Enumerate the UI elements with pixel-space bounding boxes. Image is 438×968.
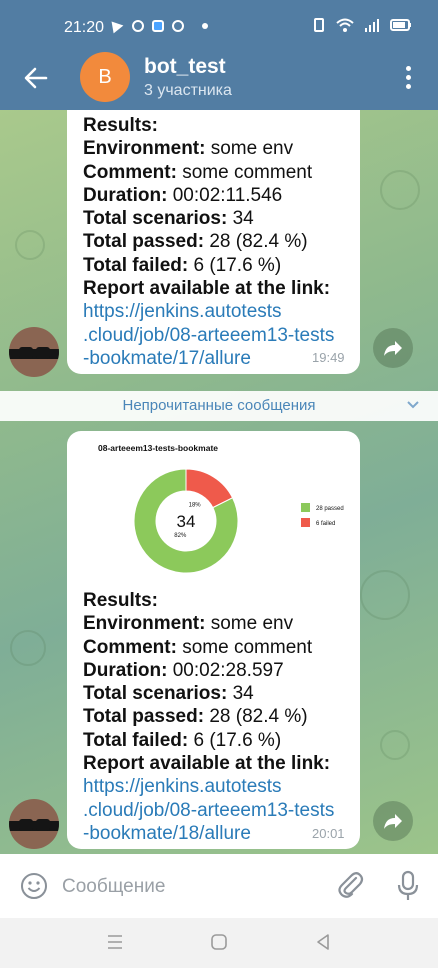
message-line: Duration: 00:02:11.546: [83, 184, 283, 206]
message-time: 19:49: [312, 350, 345, 365]
message-line: Total failed: 6 (17.6 %): [83, 254, 282, 276]
chevron-down-icon[interactable]: [406, 397, 420, 411]
message-line: Environment: some env: [83, 138, 294, 160]
message-line: Results:: [83, 115, 158, 136]
chart-legend-label: 28 passed: [316, 506, 344, 512]
wifi-icon: [336, 18, 354, 32]
chat-avatar-letter: B: [98, 65, 112, 88]
message-line: Total passed: 28 (82.4 %): [83, 706, 308, 728]
report-link-line[interactable]: .cloud/job/08-arteeem13-tests: [83, 799, 334, 822]
wallpaper-doodle: [380, 170, 420, 210]
more-notifications-icon: [202, 23, 208, 29]
status-time: 21:20: [64, 19, 105, 36]
report-link-line[interactable]: https://jenkins.autotests: [83, 775, 334, 798]
whatsapp-icon: [132, 20, 144, 32]
message-line: Total scenarios: 34: [83, 208, 254, 230]
nav-back-icon[interactable]: [313, 932, 333, 952]
message-line: Duration: 00:02:28.597: [83, 659, 284, 681]
wallpaper-doodle: [360, 570, 410, 620]
notification-icons: [111, 19, 208, 33]
report-link-line[interactable]: -bookmate/17/allure: [83, 347, 334, 370]
vibrate-icon: [314, 18, 324, 32]
unread-divider: Непрочитанные сообщения: [0, 391, 438, 421]
message-line: Comment: some comment: [83, 636, 313, 658]
report-chart-image[interactable]: 08-arteeem13-tests-bookmate 18% 82% 34 28…: [73, 439, 347, 579]
status-bar: 21:20: [0, 0, 438, 46]
chart-legend-swatch: [301, 503, 310, 512]
back-arrow-icon[interactable]: [22, 64, 50, 92]
message-time: 20:01: [312, 826, 345, 841]
chart-legend-label: 6 failed: [316, 521, 335, 527]
telegram-icon: [111, 19, 125, 33]
chat-avatar[interactable]: B: [80, 52, 130, 102]
sender-avatar[interactable]: [9, 327, 59, 377]
report-link-line[interactable]: https://jenkins.autotests: [83, 300, 334, 323]
wallpaper-doodle: [380, 730, 410, 760]
message-line: Report available at the link:: [83, 278, 331, 300]
share-icon[interactable]: [373, 328, 413, 368]
donut-chart: 08-arteeem13-tests-bookmate 18% 82% 34 28…: [98, 443, 344, 574]
message-line: Total failed: 6 (17.6 %): [83, 729, 282, 751]
report-link-line[interactable]: .cloud/job/08-arteeem13-tests: [83, 324, 334, 347]
message-line: Comment: some comment: [83, 161, 313, 183]
report-link[interactable]: https://jenkins.autotests .cloud/job/08-…: [83, 775, 334, 845]
chart-legend-swatch: [301, 518, 310, 527]
wallpaper-doodle: [15, 230, 45, 260]
chart-title: 08-arteeem13-tests-bookmate: [98, 443, 218, 453]
wallpaper-doodle: [10, 630, 46, 666]
message-input[interactable]: Сообщение: [62, 876, 165, 898]
battery-icon: [390, 19, 411, 31]
recent-apps-icon[interactable]: [105, 932, 125, 952]
message-line: Total scenarios: 34: [83, 683, 254, 705]
chart-slice-label: 18%: [189, 503, 202, 509]
report-link[interactable]: https://jenkins.autotests .cloud/job/08-…: [83, 300, 334, 370]
message-bubble[interactable]: 08-arteeem13-tests-bookmate 18% 82% 34 28…: [67, 431, 360, 849]
message-text: Results: Environment: some env Comment: …: [83, 114, 334, 370]
message-line: Total passed: 28 (82.4 %): [83, 231, 308, 253]
chart-center-label: 34: [177, 512, 196, 531]
home-icon[interactable]: [209, 932, 229, 952]
emoji-icon[interactable]: [20, 872, 48, 900]
unread-divider-label: Непрочитанные сообщения: [122, 397, 316, 414]
app-icon: [152, 20, 164, 32]
system-nav-bar: [0, 918, 438, 968]
sender-avatar[interactable]: [9, 799, 59, 849]
chat-area[interactable]: Results: Environment: some env Comment: …: [0, 110, 438, 854]
message-text: Results: Environment: some env Comment: …: [83, 589, 334, 845]
chat-title[interactable]: bot_test: [144, 55, 226, 79]
message-line: Environment: some env: [83, 613, 294, 635]
settings-icon: [172, 20, 184, 32]
report-link-line[interactable]: -bookmate/18/allure: [83, 822, 334, 845]
more-menu-icon[interactable]: [398, 66, 418, 92]
share-icon[interactable]: [373, 801, 413, 841]
chart-slice-label: 82%: [174, 533, 187, 539]
signal-icon: [365, 19, 379, 32]
system-icons: [312, 18, 412, 32]
message-input-bar: Сообщение: [0, 854, 438, 918]
message-line: Report available at the link:: [83, 753, 331, 775]
mic-icon[interactable]: [394, 870, 422, 902]
chat-header: B bot_test 3 участника: [0, 46, 438, 110]
message-line: Results:: [83, 590, 158, 611]
message-bubble[interactable]: Results: Environment: some env Comment: …: [67, 110, 360, 374]
attach-icon[interactable]: [336, 870, 364, 900]
chat-subtitle: 3 участника: [144, 82, 232, 99]
